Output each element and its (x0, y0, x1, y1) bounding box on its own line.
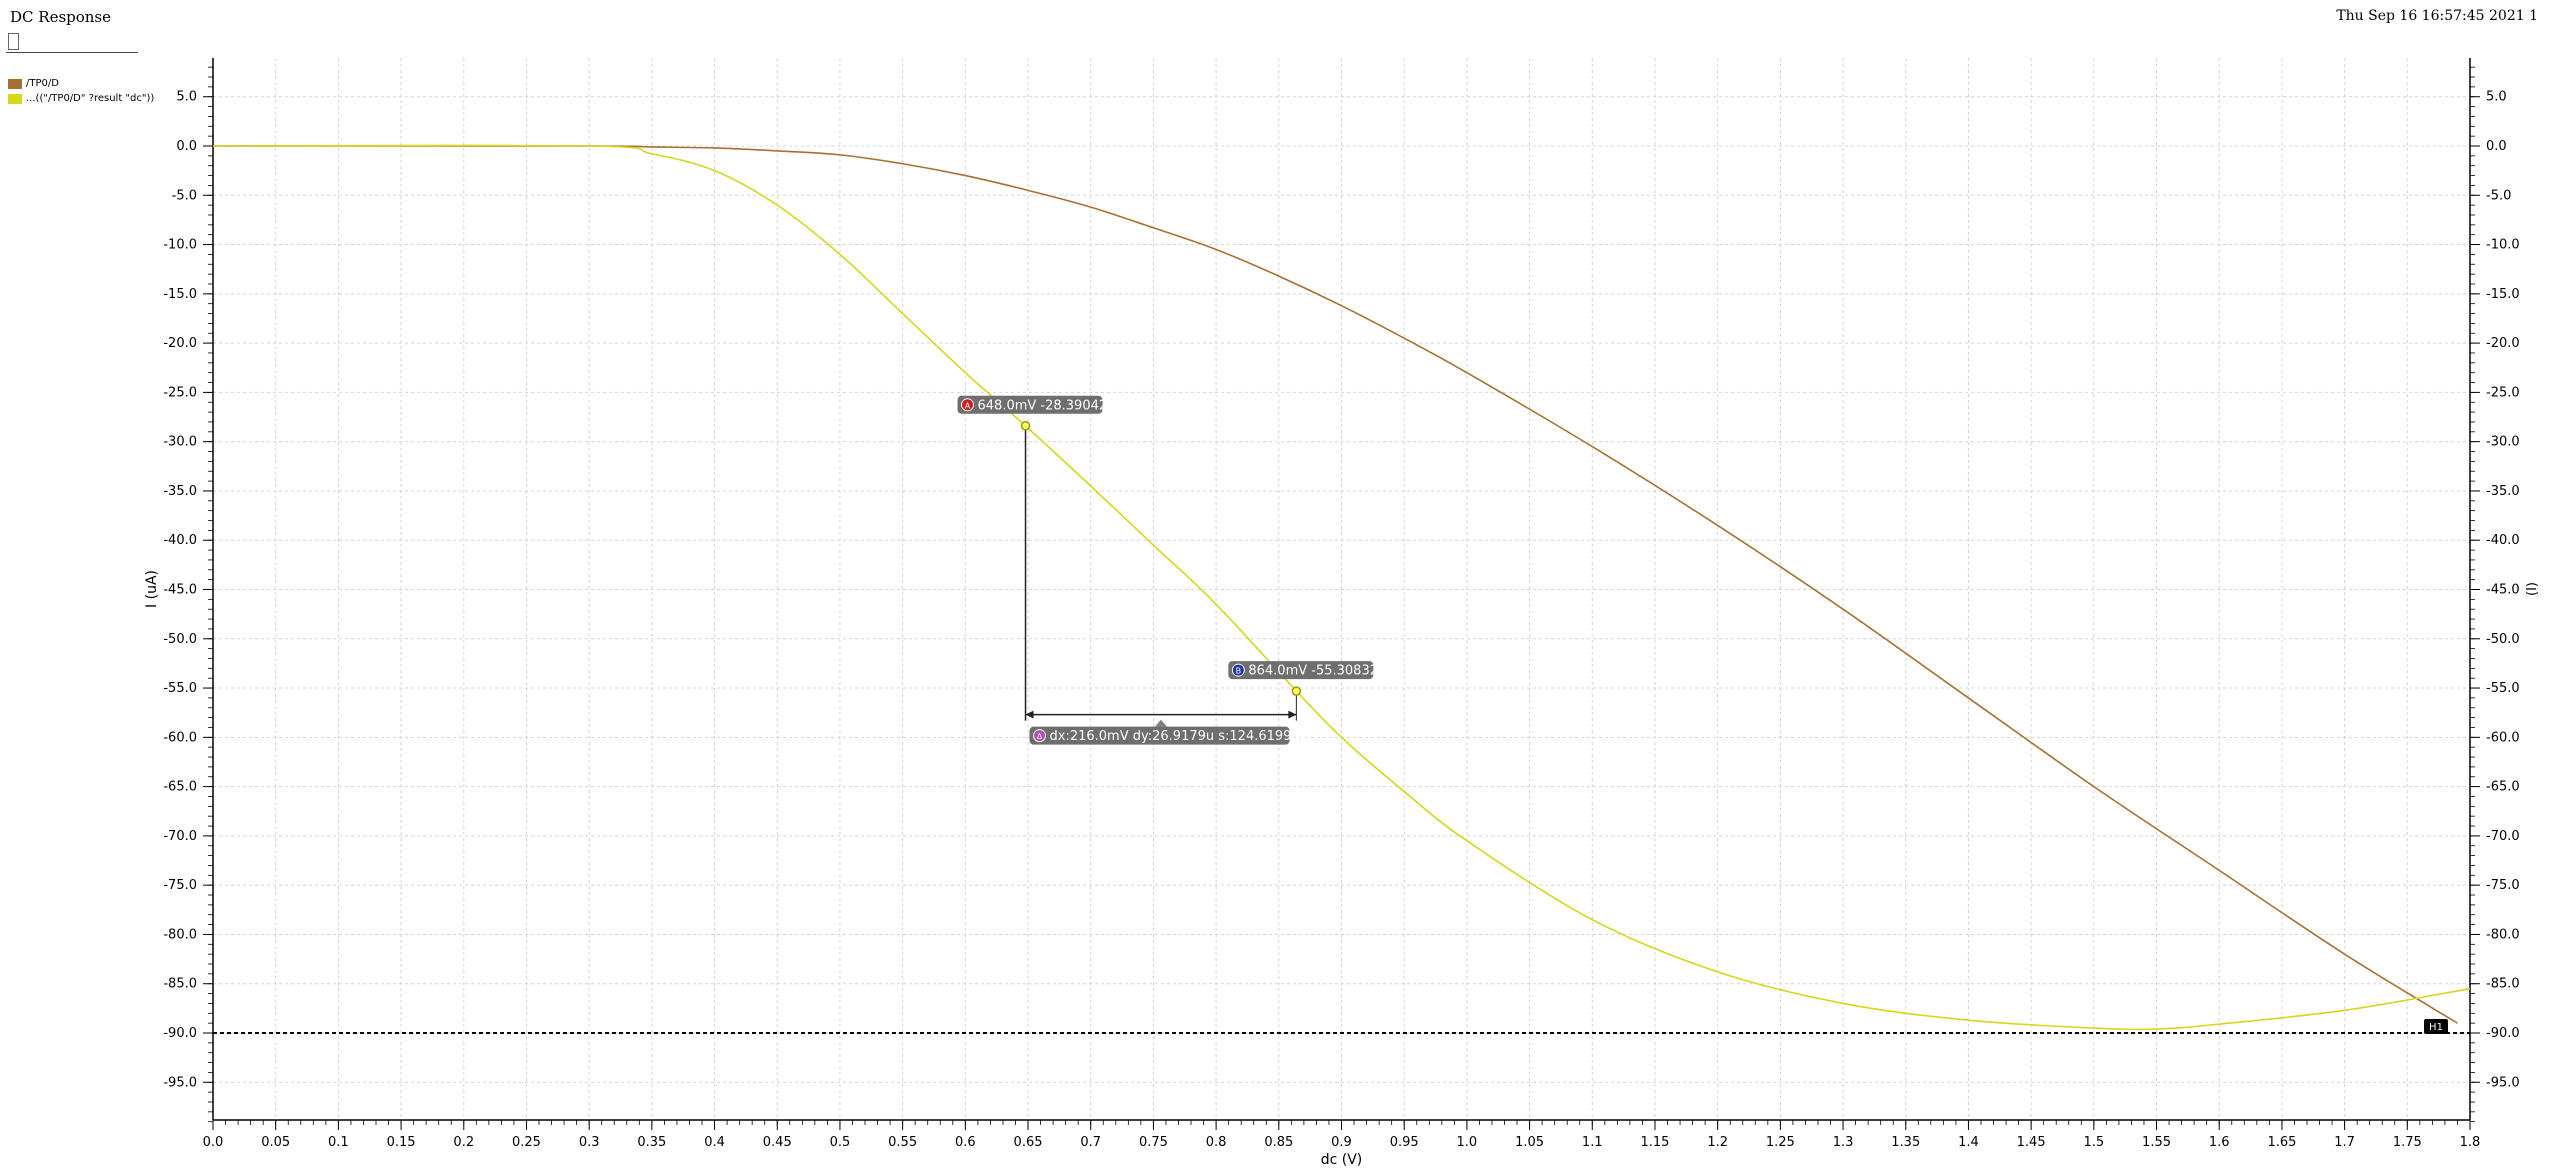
y-tick-label-right: -20.0 (2486, 336, 2520, 351)
y-tick-label-left: -25.0 (163, 385, 197, 400)
y-tick-label-left: -40.0 (163, 533, 197, 548)
y-axis-label: I (uA) (144, 570, 160, 608)
x-tick-label: 1.0 (1457, 1135, 1478, 1150)
x-tick-label: 1.75 (2393, 1135, 2422, 1150)
x-tick-label: 1.15 (1640, 1135, 1669, 1150)
x-tick-label: 0.65 (1014, 1135, 1043, 1150)
y-tick-label-left: -45.0 (163, 583, 197, 598)
y-tick-label-right: -70.0 (2486, 829, 2520, 844)
y-tick-label-left: -85.0 (163, 977, 197, 992)
y-tick-label-left: -30.0 (163, 435, 197, 450)
y-tick-label-left: -65.0 (163, 780, 197, 795)
y-tick-label-right: -80.0 (2486, 927, 2520, 942)
x-tick-label: 0.45 (763, 1135, 792, 1150)
delta-arrow-head-right (1288, 710, 1297, 719)
marker-a-point[interactable] (1020, 421, 1031, 431)
y-tick-label-right: -65.0 (2486, 780, 2520, 795)
x-tick-label: 0.1 (328, 1135, 349, 1150)
x-tick-label: 0.75 (1139, 1135, 1168, 1150)
y-tick-label-left: 5.0 (176, 90, 197, 105)
x-tick-label: 1.8 (2460, 1135, 2481, 1150)
x-tick-label: 1.25 (1766, 1135, 1795, 1150)
x-tick-label: 1.55 (2142, 1135, 2171, 1150)
x-tick-label: 0.25 (512, 1135, 541, 1150)
y-tick-label-right: -95.0 (2486, 1075, 2520, 1090)
marker-b-label-text: 864.0mV -55.30832u (1248, 664, 1386, 679)
y-tick-label-left: -35.0 (163, 484, 197, 499)
x-tick-label: 0.55 (888, 1135, 917, 1150)
y-tick-label-left: -5.0 (172, 188, 197, 203)
y-tick-label-left: -20.0 (163, 336, 197, 351)
x-tick-label: 1.7 (2334, 1135, 2355, 1150)
x-tick-label: 0.15 (387, 1135, 416, 1150)
x-tick-label: 1.3 (1833, 1135, 1854, 1150)
y-tick-label-right: -60.0 (2486, 730, 2520, 745)
x-tick-label: 0.0 (203, 1135, 224, 1150)
y-tick-label-right: -35.0 (2486, 484, 2520, 499)
y-tick-label-right: -30.0 (2486, 435, 2520, 450)
x-tick-label: 0.6 (955, 1135, 976, 1150)
y-tick-label-left: -75.0 (163, 878, 197, 893)
y-tick-label-right: 0.0 (2486, 139, 2507, 154)
x-tick-label: 0.3 (579, 1135, 600, 1150)
h1-badge-label: H1 (2429, 1022, 2443, 1033)
x-tick-label: 0.5 (830, 1135, 851, 1150)
marker-a-label-text: 648.0mV -28.39042u (978, 398, 1116, 413)
y-tick-label-right: -85.0 (2486, 977, 2520, 992)
x-tick-label: 1.4 (1958, 1135, 1979, 1150)
delta-label-badge-letter: Δ (1037, 732, 1043, 741)
chart[interactable]: 0.0 0.05 0.1 0.15 0.2 0.25 0.3 0.35 0.4 0.45 0.5 0.… (0, 0, 2550, 1171)
x-tick-label: 0.4 (704, 1135, 725, 1150)
x-tick-label: 1.6 (2209, 1135, 2230, 1150)
x-tick-label: 1.35 (1891, 1135, 1920, 1150)
y-tick-label-left: -95.0 (163, 1075, 197, 1090)
x-tick-label: 0.9 (1331, 1135, 1352, 1150)
y-axis-label-right: (I) (2525, 582, 2540, 596)
marker-b-label-badge-letter: B (1236, 667, 1242, 676)
y-tick-label-right: -5.0 (2486, 188, 2511, 203)
y-tick-label-left: -15.0 (163, 287, 197, 302)
x-tick-label: 1.65 (2267, 1135, 2296, 1150)
y-tick-label-left: -60.0 (163, 730, 197, 745)
x-tick-label: 0.7 (1080, 1135, 1101, 1150)
x-tick-label: 0.85 (1264, 1135, 1293, 1150)
y-tick-label-right: -90.0 (2486, 1026, 2520, 1041)
y-tick-label-right: -40.0 (2486, 533, 2520, 548)
y-tick-label-right: -15.0 (2486, 287, 2520, 302)
y-tick-label-left: -10.0 (163, 238, 197, 253)
x-tick-label: 1.1 (1582, 1135, 1603, 1150)
x-tick-label: 1.45 (2017, 1135, 2046, 1150)
delta-label-text: dx:216.0mV dy:26.9179u s:124.6199u/V (1050, 729, 1314, 744)
y-tick-label-right: -10.0 (2486, 238, 2520, 253)
marker-b-point[interactable] (1291, 686, 1302, 696)
series-line-1[interactable] (212, 145, 2458, 1024)
y-tick-label-right: -55.0 (2486, 681, 2520, 696)
y-tick-label-left: 0.0 (176, 139, 197, 154)
y-tick-label-right: -75.0 (2486, 878, 2520, 893)
y-tick-label-left: -90.0 (163, 1026, 197, 1041)
x-tick-label: 0.35 (637, 1135, 666, 1150)
y-tick-label-right: 5.0 (2486, 90, 2507, 105)
y-tick-label-right: -25.0 (2486, 385, 2520, 400)
delta-arrow-head-left (1025, 710, 1034, 719)
x-tick-label: 1.05 (1515, 1135, 1544, 1150)
y-tick-label-right: -45.0 (2486, 583, 2520, 598)
y-tick-label-left: -50.0 (163, 632, 197, 647)
x-tick-label: 0.8 (1206, 1135, 1227, 1150)
y-tick-label-right: -50.0 (2486, 632, 2520, 647)
x-tick-label: 0.05 (261, 1135, 290, 1150)
x-tick-label: 1.5 (2083, 1135, 2104, 1150)
x-tick-label: 1.2 (1707, 1135, 1728, 1150)
x-tick-label: 0.2 (453, 1135, 474, 1150)
delta-label-pointer (1154, 719, 1167, 727)
y-tick-label-left: -80.0 (163, 927, 197, 942)
y-tick-label-left: -55.0 (163, 681, 197, 696)
marker-a-label-badge-letter: A (965, 401, 971, 410)
y-tick-label-left: -70.0 (163, 829, 197, 844)
x-axis-label: dc (V) (1321, 1152, 1363, 1168)
x-tick-label: 0.95 (1390, 1135, 1419, 1150)
